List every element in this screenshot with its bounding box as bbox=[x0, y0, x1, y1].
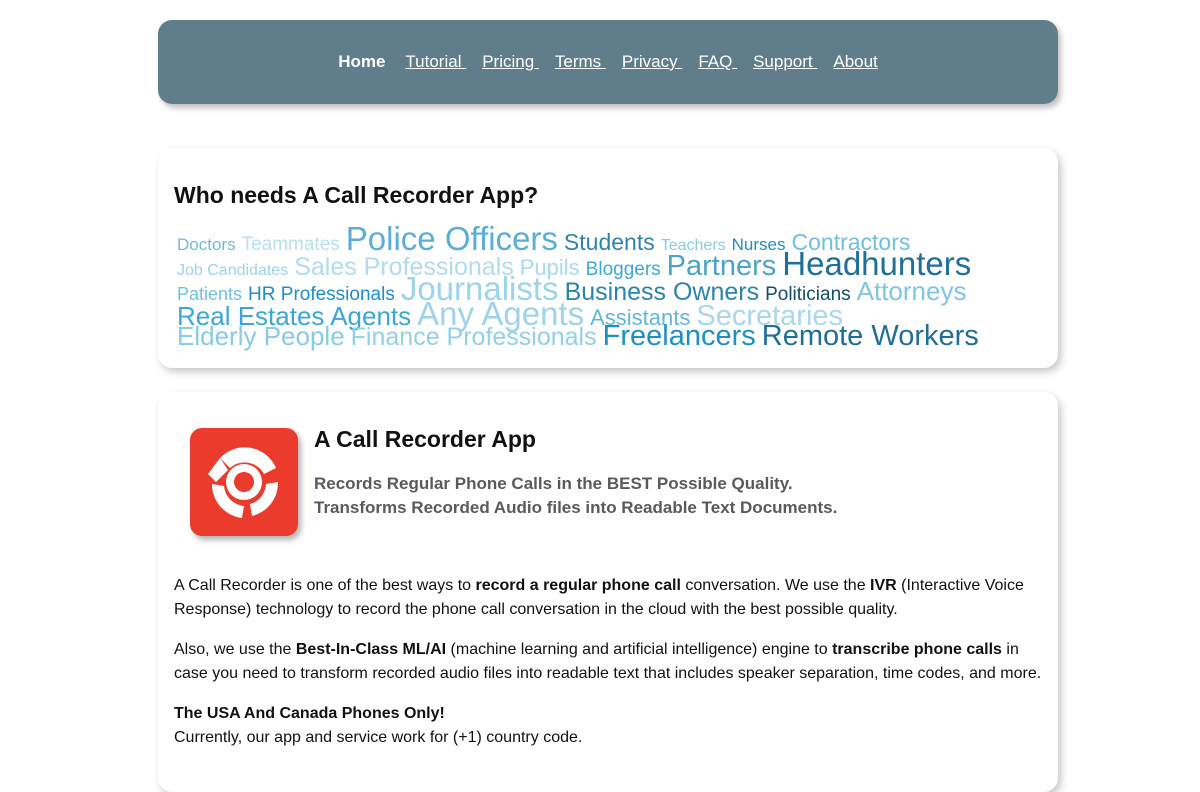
phone-recorder-icon bbox=[190, 428, 298, 536]
cloud-word: Partners bbox=[666, 250, 777, 282]
paragraph-ml-ai: Also, we use the Best-In-Class ML/AI (ma… bbox=[174, 638, 1054, 686]
paragraph-text: Also, we use the bbox=[174, 641, 296, 658]
paragraph-text: (machine learning and artificial intelli… bbox=[446, 641, 833, 658]
cloud-word: Attorneys bbox=[856, 276, 967, 306]
cloud-word: Freelancers bbox=[602, 320, 756, 352]
who-needs-card: Who needs A Call Recorder App? Doctors Te… bbox=[158, 148, 1058, 368]
nav-support[interactable]: Support bbox=[753, 52, 817, 72]
app-description: A Call Recorder is one of the best ways … bbox=[174, 574, 1054, 766]
app-subtitle-line-2: Transforms Recorded Audio files into Rea… bbox=[314, 498, 838, 517]
paragraph-bold: record a regular phone call bbox=[475, 577, 681, 594]
paragraph-bold: IVR bbox=[870, 577, 897, 594]
cloud-word: Police Officers bbox=[345, 220, 558, 257]
nav-tutorial[interactable]: Tutorial bbox=[405, 52, 466, 72]
cloud-word: Job Candidates bbox=[177, 262, 289, 279]
cloud-line: Elderly People Finance Professionals Freel… bbox=[174, 321, 1054, 351]
cloud-line: Doctors Teammates Police Officers Students T… bbox=[174, 222, 1054, 255]
nav-faq[interactable]: FAQ bbox=[698, 52, 737, 72]
cloud-word: Remote Workers bbox=[761, 320, 979, 352]
paragraph-ivr: A Call Recorder is one of the best ways … bbox=[174, 574, 1054, 622]
cloud-word: Bloggers bbox=[585, 259, 661, 280]
cloud-word: Teammates bbox=[241, 234, 340, 255]
country-heading: The USA And Canada Phones Only! bbox=[174, 705, 445, 722]
app-subtitle: Records Regular Phone Calls in the BEST … bbox=[314, 472, 837, 520]
cloud-word: Elderly People bbox=[177, 321, 345, 351]
nav-home[interactable]: Home bbox=[338, 52, 385, 72]
nav-terms[interactable]: Terms bbox=[555, 52, 606, 72]
app-info-card: A Call Recorder App Records Regular Phon… bbox=[158, 392, 1058, 792]
country-text: Currently, our app and service work for … bbox=[174, 729, 583, 746]
paragraph-bold: transcribe phone calls bbox=[832, 641, 1002, 658]
app-subtitle-line-1: Records Regular Phone Calls in the BEST … bbox=[314, 474, 793, 493]
app-title: A Call Recorder App bbox=[314, 426, 536, 452]
audience-word-cloud: Doctors Teammates Police Officers Students T… bbox=[174, 222, 1054, 351]
cloud-word: Doctors bbox=[177, 235, 236, 254]
paragraph-text: A Call Recorder is one of the best ways … bbox=[174, 577, 476, 594]
paragraph-text: conversation. We use the bbox=[680, 577, 871, 594]
who-needs-title: Who needs A Call Recorder App? bbox=[174, 182, 539, 208]
cloud-word: Students bbox=[563, 229, 655, 255]
nav-about[interactable]: About bbox=[833, 52, 877, 72]
paragraph-country: The USA And Canada Phones Only! Currentl… bbox=[174, 702, 1054, 750]
nav-pricing[interactable]: Pricing bbox=[482, 52, 539, 72]
nav-privacy[interactable]: Privacy bbox=[622, 52, 682, 72]
cloud-word: Finance Professionals bbox=[350, 323, 597, 351]
phone-recorder-icon-graphic bbox=[208, 447, 279, 518]
paragraph-bold: Best-In-Class ML/AI bbox=[295, 641, 447, 658]
top-navigation: Home Tutorial Pricing Terms Privacy FAQ … bbox=[158, 20, 1058, 104]
